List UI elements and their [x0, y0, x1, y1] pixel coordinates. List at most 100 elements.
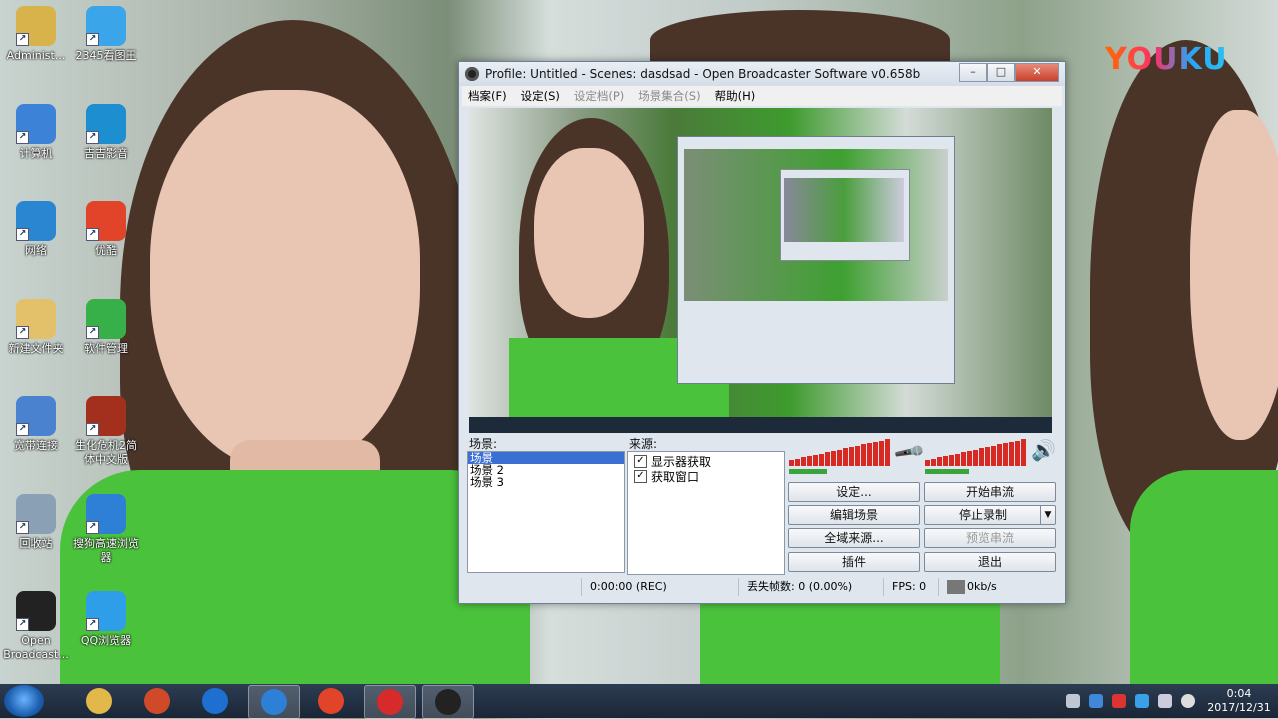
shortcut-arrow-icon: ↗ — [16, 520, 29, 534]
sources-list[interactable]: ✓ 显示器获取 ✓ 获取窗口 — [627, 451, 785, 575]
exit-button[interactable]: 退出 — [924, 552, 1056, 572]
settings-button[interactable]: 设定... — [788, 482, 920, 502]
desktop-icon[interactable]: ↗ 网络 — [0, 201, 72, 258]
desktop-icon[interactable]: ↗ QQ浏览器 — [70, 591, 142, 648]
close-button[interactable]: ✕ — [1015, 63, 1059, 82]
desktop-icon-label: 回收站 — [19, 536, 53, 550]
meter-bar — [937, 457, 942, 466]
kugou-icon — [202, 688, 228, 714]
plugins-button[interactable]: 插件 — [788, 552, 920, 572]
meter-bar — [931, 458, 936, 466]
status-dropped-frames: 丢失帧数: 0 (0.00%) — [738, 578, 883, 596]
desktop-icon[interactable]: ↗ 计算机 — [0, 103, 72, 161]
youku-icon: ↗ — [86, 201, 126, 241]
start-stream-button[interactable]: 开始串流 — [924, 482, 1056, 502]
edit-scene-button[interactable]: 编辑场景 — [788, 505, 920, 525]
menu-bar: 档案(F) 设定(S) 设定档(P) 场景集合(S) 帮助(H) — [462, 86, 1062, 106]
system-tray: 0:04 2017/12/31 — [1066, 684, 1278, 718]
meter-bar — [801, 457, 806, 466]
minimize-button[interactable]: – — [959, 63, 987, 82]
source-item[interactable]: ✓ 获取窗口 — [628, 469, 784, 484]
explorer-icon — [86, 688, 112, 714]
microphone-icon[interactable]: 🎤 — [892, 435, 926, 469]
meter-bar — [789, 460, 794, 466]
desktop-icon[interactable]: ↗ 生化危机2简体中文版 — [70, 396, 142, 467]
meter-bar — [795, 458, 800, 466]
desktop-icon[interactable]: ↗ 优酷 — [70, 201, 142, 258]
preview-face — [534, 148, 644, 318]
preview-nested-window-2 — [780, 169, 910, 261]
desktop-icon[interactable]: ↗ 宽带连接 — [0, 396, 72, 453]
meter-bar — [961, 452, 966, 466]
tray-shield-icon[interactable] — [1135, 694, 1149, 708]
menu-file[interactable]: 档案(F) — [468, 88, 507, 104]
menu-settings[interactable]: 设定(S) — [521, 88, 560, 104]
shortcut-arrow-icon: ↗ — [86, 520, 99, 534]
tray-monitor-icon[interactable] — [1158, 694, 1172, 708]
desktop-icon[interactable]: ↗ Administ... — [0, 6, 72, 63]
speaker-volume-meter[interactable] — [925, 438, 1027, 466]
microphone-volume-meter[interactable] — [789, 438, 891, 466]
speaker-icon[interactable]: 🔊 — [1031, 438, 1056, 462]
shortcut-arrow-icon: ↗ — [86, 618, 99, 631]
preview-area[interactable] — [469, 108, 1052, 433]
obs-window[interactable]: Profile: Untitled - Scenes: dasdsad - Op… — [458, 61, 1066, 604]
source-checkbox[interactable]: ✓ — [634, 455, 647, 468]
taskbar-item[interactable] — [132, 685, 182, 717]
scenes-list[interactable]: 场景 场景 2 场景 3 — [467, 451, 625, 573]
tray-network-status-icon[interactable] — [1089, 694, 1103, 708]
desktop-icon[interactable]: ↗ 回收站 — [0, 493, 72, 551]
meter-bar — [991, 445, 996, 466]
scene-item[interactable]: 场景 3 — [468, 476, 624, 488]
meter-bar — [861, 444, 866, 466]
meter-bar — [955, 453, 960, 466]
clock[interactable]: 0:04 2017/12/31 — [1204, 687, 1274, 715]
shortcut-arrow-icon: ↗ — [16, 423, 29, 436]
taskbar-item[interactable] — [74, 685, 124, 717]
taskbar-item[interactable] — [248, 685, 300, 719]
desktop-icon[interactable]: ↗ Open Broadcast... — [0, 591, 72, 662]
preview-nested-preview — [684, 149, 948, 301]
desktop-icon-label: QQ浏览器 — [80, 634, 132, 647]
tray-app-icon[interactable] — [1112, 694, 1126, 708]
stop-recording-button[interactable]: 停止录制 ▼ — [924, 505, 1056, 525]
preview-stream-button[interactable]: 预览串流 — [924, 528, 1056, 548]
taskbar-item[interactable] — [422, 685, 474, 719]
obs-icon — [435, 689, 461, 715]
meter-bar — [855, 445, 860, 466]
menu-profiles[interactable]: 设定档(P) — [574, 88, 624, 104]
tray-keyboard-icon[interactable] — [1066, 694, 1080, 708]
desktop-icon[interactable]: ↗ 新建文件夹 — [0, 298, 72, 356]
desktop-icon[interactable]: ↗ 软件管理 — [70, 298, 142, 356]
desktop-icon[interactable]: ↗ 搜狗高速浏览器 — [70, 493, 142, 565]
source-item[interactable]: ✓ 显示器获取 — [628, 454, 784, 469]
window-title: Profile: Untitled - Scenes: dasdsad - Op… — [485, 67, 921, 81]
youku-watermark-text: YOUKU — [1105, 42, 1228, 77]
maximize-button[interactable]: □ — [987, 63, 1015, 82]
menu-scene-collections[interactable]: 场景集合(S) — [638, 88, 700, 104]
taskbar-item[interactable] — [190, 685, 240, 717]
broadband-icon: ↗ — [16, 396, 56, 436]
title-bar[interactable]: Profile: Untitled - Scenes: dasdsad - Op… — [459, 62, 1065, 86]
source-checkbox[interactable]: ✓ — [634, 470, 647, 483]
source-label: 获取窗口 — [651, 470, 700, 484]
taskbar-item[interactable] — [364, 685, 416, 719]
computer-icon: ↗ — [16, 103, 56, 144]
obs-icon: ↗ — [16, 591, 56, 631]
meter-bar — [1009, 441, 1014, 466]
global-sources-button[interactable]: 全域来源... — [788, 528, 920, 548]
start-button[interactable] — [4, 685, 44, 717]
tray-volume-icon[interactable] — [1181, 694, 1195, 708]
meter-bar — [849, 447, 854, 466]
dropdown-arrow-icon[interactable]: ▼ — [1040, 506, 1055, 524]
meter-bar — [807, 456, 812, 466]
meter-bar — [885, 439, 890, 466]
shortcut-arrow-icon: ↗ — [16, 228, 29, 241]
meter-bar — [997, 444, 1002, 466]
menu-help[interactable]: 帮助(H) — [715, 88, 756, 104]
scenes-label: 场景: — [469, 437, 498, 451]
desktop-icon[interactable]: ↗ 吉吉影音 — [70, 103, 142, 161]
taskbar-item[interactable] — [306, 685, 356, 717]
meter-bar — [837, 449, 842, 466]
desktop-icon[interactable]: ↗ 2345看图王 — [70, 6, 142, 63]
